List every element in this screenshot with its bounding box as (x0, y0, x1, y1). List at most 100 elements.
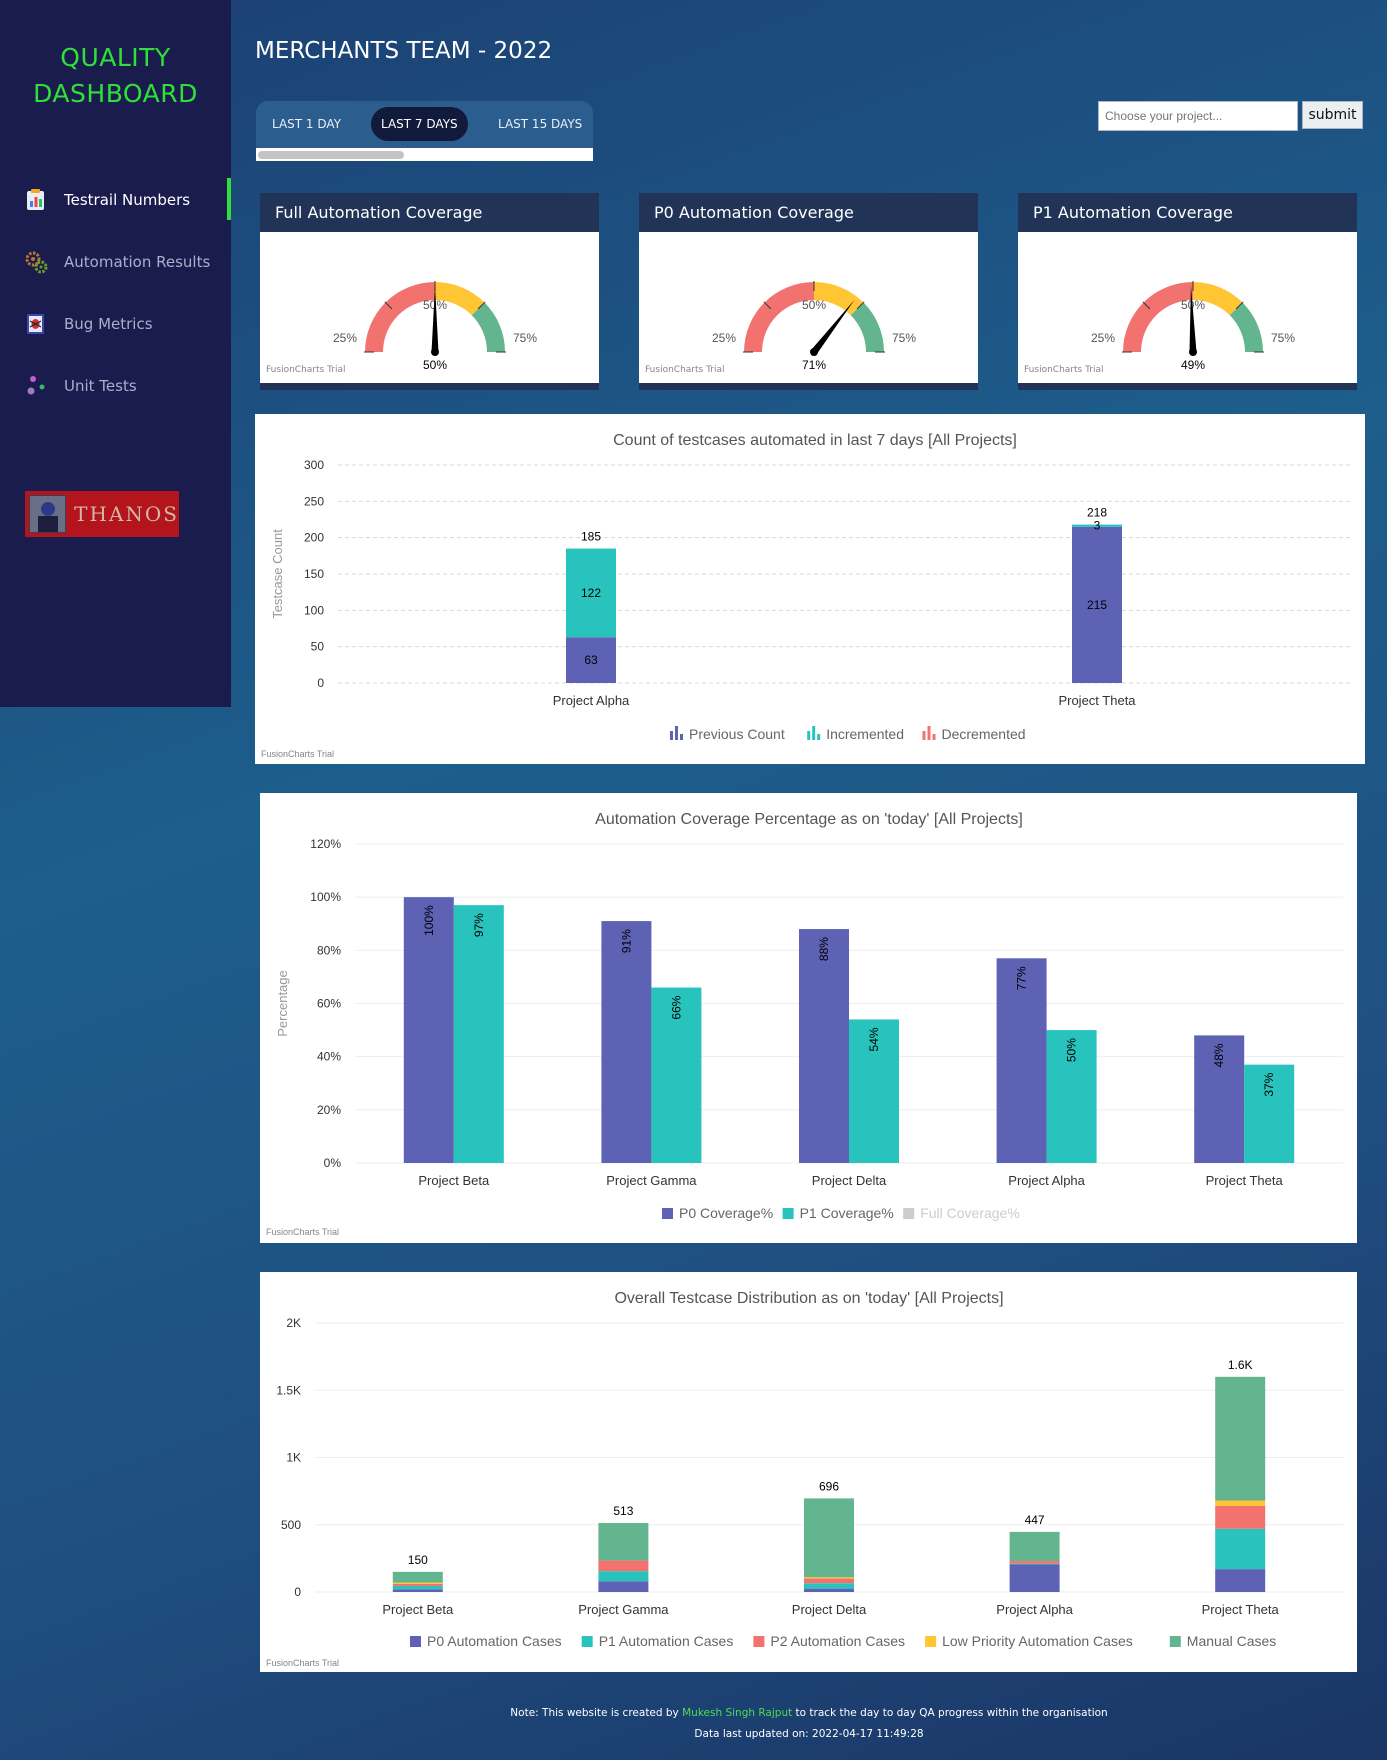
x-tick-label: Project Theta (1058, 693, 1136, 708)
sidebar-item-label: Unit Tests (64, 377, 137, 395)
data-label: 91% (619, 929, 633, 953)
footer-author-link[interactable]: Mukesh Singh Rajput (682, 1707, 792, 1719)
tab-last-7-days[interactable]: LAST 7 DAYS (371, 107, 468, 141)
submit-button[interactable]: submit (1302, 101, 1363, 129)
gauge-pivot (810, 348, 818, 356)
y-tick-label: 100% (310, 890, 341, 904)
gauge-value-label: 71% (802, 358, 826, 372)
y-tick-label: 50 (311, 640, 325, 654)
gauge-title: Full Automation Coverage (260, 193, 599, 232)
legend-label: P2 Automation Cases (770, 1633, 905, 1649)
legend-swatch (753, 1636, 765, 1647)
total-label: 447 (1025, 1513, 1045, 1527)
y-tick-label: 300 (304, 458, 324, 472)
gauge-card-p1-coverage: P1 Automation Coverage 0%25%50%75%100%49… (1018, 193, 1357, 390)
sidebar-item-unit-tests[interactable]: Unit Tests (0, 364, 231, 408)
legend-label: Decremented (942, 726, 1026, 742)
app-title: QUALITY DASHBOARD (0, 40, 231, 112)
thanos-logo: THANOS (25, 491, 179, 537)
gauge-full-coverage: 0%25%50%75%100%50% (333, 281, 537, 372)
legend-icon-bar (812, 726, 816, 740)
y-tick-label: 0 (294, 1585, 301, 1599)
y-tick-label: 20% (317, 1103, 341, 1117)
data-label: 63 (584, 653, 598, 667)
sidebar-item-automation-results[interactable]: Automation Results (0, 240, 231, 284)
x-tick-label: Project Gamma (606, 1173, 697, 1188)
chart-card-testcase-distribution: Overall Testcase Distribution as on 'tod… (260, 1272, 1357, 1672)
footer-updated: Data last updated on: 2022-04-17 11:49:2… (694, 1728, 924, 1740)
legend-swatch (581, 1636, 593, 1647)
bug-icon (24, 312, 48, 336)
project-search-input[interactable] (1098, 101, 1298, 131)
bar-segment (1215, 1500, 1266, 1506)
sidebar-item-label: Testrail Numbers (64, 191, 191, 209)
gauge-card-full-coverage: Full Automation Coverage 0%25%50%75%100%… (260, 193, 599, 390)
time-range-tabs: LAST 1 DAY LAST 7 DAYS LAST 15 DAYS (256, 101, 593, 161)
data-label: 54% (867, 1027, 881, 1051)
legend-icon-bar (922, 731, 926, 740)
y-tick-label: 80% (317, 943, 341, 957)
chart-testcase-distribution: Overall Testcase Distribution as on 'tod… (266, 1290, 1343, 1668)
legend-label: P0 Coverage% (679, 1205, 773, 1221)
chart-automation-coverage: Automation Coverage Percentage as on 'to… (266, 811, 1343, 1237)
legend-swatch (903, 1208, 915, 1219)
y-tick-label: 40% (317, 1050, 341, 1064)
legend-swatch (1169, 1636, 1181, 1647)
gauge-tick-label: 25% (712, 331, 736, 345)
legend-label: P1 Coverage% (800, 1205, 894, 1221)
bar-segment (1009, 1531, 1060, 1562)
bar-segment (392, 1571, 443, 1583)
bar (403, 897, 454, 1163)
bar-segment (804, 1588, 854, 1592)
logo-text: THANOS (74, 502, 179, 526)
gauge-p0-coverage: 0%25%50%75%100%71% (712, 281, 916, 372)
legend-icon-bar (807, 731, 811, 740)
bar (453, 905, 504, 1163)
trial-label: FusionCharts Trial (266, 365, 346, 375)
chart-card-automation-coverage: Automation Coverage Percentage as on 'to… (260, 793, 1357, 1243)
x-tick-label: Project Theta (1202, 1602, 1280, 1617)
footer-note: Note: This website is created by Mukesh … (231, 1707, 1387, 1719)
y-tick-label: 1K (286, 1451, 301, 1465)
chart-testcases-automated: Count of testcases automated in last 7 d… (261, 432, 1350, 759)
sidebar-item-bug-metrics[interactable]: Bug Metrics (0, 302, 231, 346)
bar-segment (1009, 1563, 1060, 1565)
bar-segment (392, 1585, 443, 1590)
chart-card-testcases-automated: Count of testcases automated in last 7 d… (255, 414, 1365, 764)
tabs-scrollbar[interactable] (256, 148, 593, 161)
total-label: 150 (408, 1553, 428, 1567)
bar-segment (392, 1589, 443, 1592)
sidebar-item-label: Automation Results (64, 253, 211, 271)
y-tick-label: 120% (310, 837, 341, 851)
gauge-tick-label: 75% (1271, 331, 1295, 345)
total-label: 218 (1087, 506, 1107, 520)
x-tick-label: Project Alpha (1008, 1173, 1085, 1188)
legend-label: Low Priority Automation Cases (942, 1633, 1133, 1649)
y-tick-label: 100 (304, 603, 324, 617)
tab-last-1-day[interactable]: LAST 1 DAY (262, 107, 351, 141)
app-title-line1: QUALITY (60, 43, 171, 72)
legend-swatch (925, 1636, 937, 1647)
sidebar: QUALITY DASHBOARD Testrail Numbers Autom… (0, 0, 231, 707)
gauge-tick-label: 50% (802, 298, 826, 312)
x-tick-label: Project Beta (382, 1602, 454, 1617)
legend-icon-bar (927, 726, 931, 740)
legend-swatch (410, 1636, 421, 1647)
data-label: 100% (422, 905, 436, 936)
y-tick-label: 150 (304, 567, 324, 581)
bar (799, 929, 849, 1163)
gauge-p1-coverage: 0%25%50%75%100%49% (1091, 281, 1295, 372)
bar (601, 921, 652, 1163)
tab-last-15-days[interactable]: LAST 15 DAYS (488, 107, 592, 141)
chart-y-axis-label: Percentage (275, 970, 290, 1037)
clipboard-chart-icon (24, 188, 48, 212)
gauge-band-red (1123, 282, 1193, 352)
legend-swatch (782, 1208, 794, 1219)
bar-segment (1009, 1564, 1060, 1592)
sidebar-item-testrail-numbers[interactable]: Testrail Numbers (0, 178, 231, 222)
gauge-value-label: 49% (1181, 358, 1205, 372)
y-tick-label: 1.5K (276, 1383, 301, 1397)
chart-title: Overall Testcase Distribution as on 'tod… (614, 1290, 1003, 1307)
legend-swatch (662, 1208, 673, 1219)
gauge-tick-label: 25% (1091, 331, 1115, 345)
